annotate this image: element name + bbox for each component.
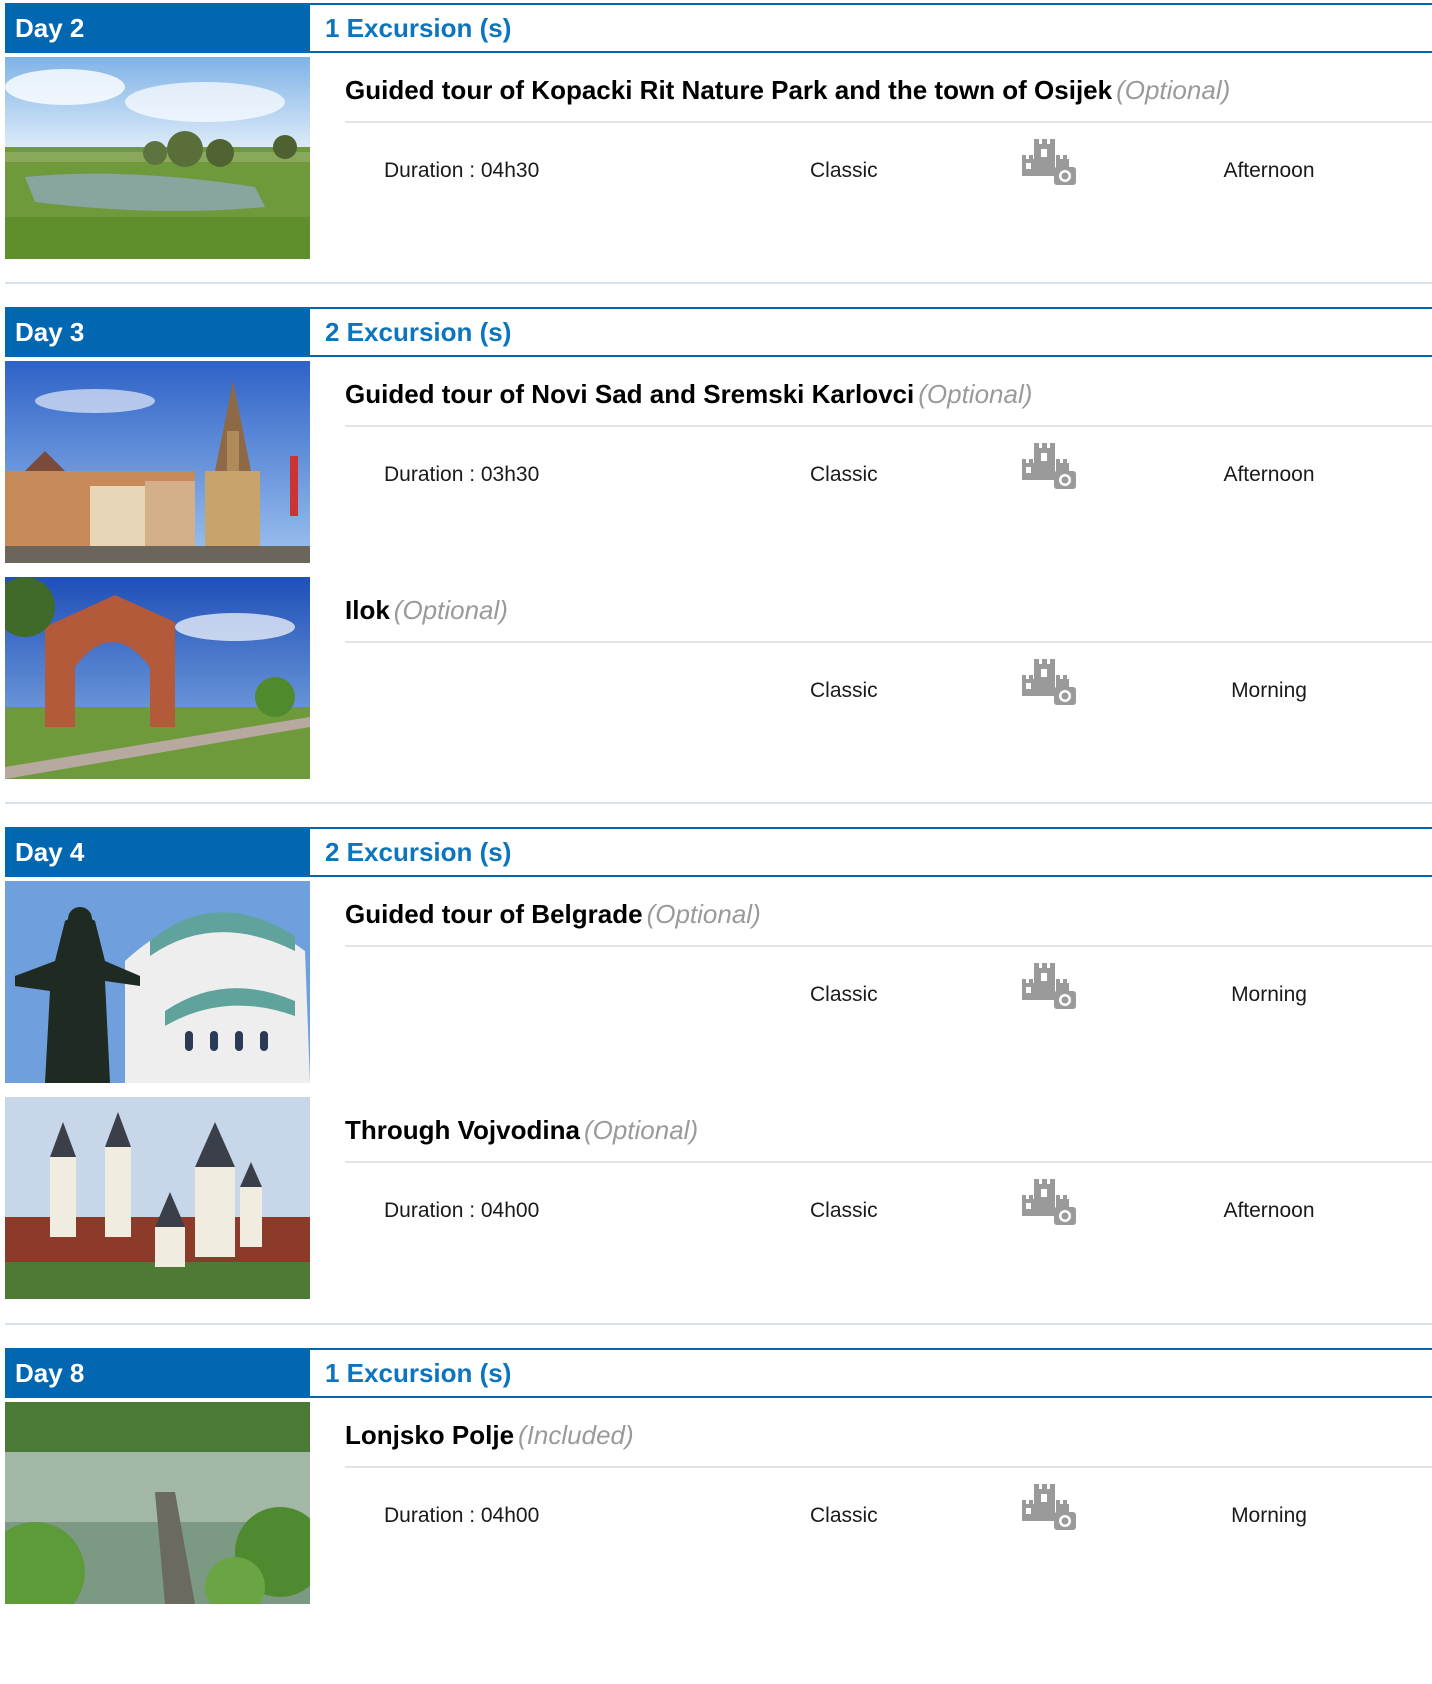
divider [345,121,1432,123]
excursion-count: 1 Excursion (s) [310,3,1432,53]
duration-text: Duration : 04h30 [384,159,540,182]
excursion-title-text[interactable]: Guided tour of Kopacki Rit Nature Park a… [345,75,1112,105]
excursion-title-text[interactable]: Lonjsko Polje [345,1420,514,1450]
excursion-title-text[interactable]: Guided tour of Novi Sad and Sremski Karl… [345,379,914,409]
time-of-day: Morning [1231,983,1307,1006]
excursion-status: (Optional) [646,899,761,929]
excursion-title[interactable]: Guided tour of Belgrade (Optional) [345,899,1432,930]
level-text: Classic [810,159,878,182]
church-towers-photo[interactable] [5,1097,310,1299]
time-of-day: Morning [1231,1504,1307,1527]
day-section-4: Day 4 2 Excursion (s) Guided tour of Bel… [5,827,1432,1299]
day-label: Day 2 [5,3,310,53]
excursion-title[interactable]: Guided tour of Novi Sad and Sremski Karl… [345,379,1432,410]
time-of-day: Afternoon [1223,463,1315,486]
river-pier-photo[interactable] [5,1402,310,1604]
castle-camera-icon [1020,135,1080,195]
excursion-item[interactable]: Through Vojvodina (Optional) Duration : 0… [5,1097,1432,1299]
excursion-title-text[interactable]: Guided tour of Belgrade [345,899,643,929]
level-text: Classic [810,1504,878,1527]
day-label: Day 8 [5,1348,310,1398]
day-separator [5,282,1432,284]
day-header: Day 4 2 Excursion (s) [5,827,1432,877]
excursion-count: 2 Excursion (s) [310,827,1432,877]
excursion-status: (Optional) [918,379,1033,409]
castle-camera-icon [1020,959,1080,1019]
excursion-title-text[interactable]: Through Vojvodina [345,1115,580,1145]
excursion-status: (Optional) [393,595,508,625]
divider [345,425,1432,427]
castle-camera-icon [1020,655,1080,715]
day-section-3: Day 3 2 Excursion (s) Guided tour of Nov… [5,307,1432,779]
cathedral-square-photo[interactable] [5,361,310,563]
castle-camera-icon [1020,1480,1080,1540]
day-label: Day 3 [5,307,310,357]
excursion-status: (Optional) [583,1115,699,1145]
castle-camera-icon [1020,439,1080,499]
excursion-item[interactable]: Guided tour of Kopacki Rit Nature Park a… [5,57,1432,259]
level-text: Classic [810,679,878,702]
time-of-day: Afternoon [1223,1199,1315,1222]
castle-camera-icon [1020,1175,1080,1235]
excursion-item[interactable]: Lonjsko Polje (Included) Duration : 04h00… [5,1402,1432,1604]
excursion-status: (Optional) [1116,75,1231,105]
duration-text: Duration : 04h00 [384,1199,540,1222]
level-text: Classic [810,1199,878,1222]
excursion-count: 1 Excursion (s) [310,1348,1432,1398]
excursion-title[interactable]: Through Vojvodina (Optional) [345,1115,1432,1146]
excursion-item[interactable]: Guided tour of Novi Sad and Sremski Karl… [5,361,1432,563]
day-header: Day 2 1 Excursion (s) [5,3,1432,53]
brick-arch-photo[interactable] [5,577,310,779]
day-section-8: Day 8 1 Excursion (s) Lonjsko Polje (Incl… [5,1348,1432,1604]
excursion-count: 2 Excursion (s) [310,307,1432,357]
level-text: Classic [810,983,878,1006]
duration-text: Duration : 04h00 [384,1504,540,1527]
divider [345,945,1432,947]
excursion-title[interactable]: Ilok (Optional) [345,595,1432,626]
divider [345,1161,1432,1163]
excursion-item[interactable]: Guided tour of Belgrade (Optional) Classi… [5,881,1432,1083]
divider [345,641,1432,643]
day-separator [5,1323,1432,1325]
time-of-day: Afternoon [1223,159,1315,182]
excursion-title-text[interactable]: Ilok [345,595,390,625]
day-label: Day 4 [5,827,310,877]
excursion-status: (Included) [518,1420,634,1450]
duration-text: Duration : 03h30 [384,463,540,486]
day-separator [5,802,1432,804]
wetland-photo[interactable] [5,57,310,259]
day-header: Day 3 2 Excursion (s) [5,307,1432,357]
day-header: Day 8 1 Excursion (s) [5,1348,1432,1398]
excursion-item[interactable]: Ilok (Optional) Classic Morning [5,577,1432,779]
excursion-title[interactable]: Lonjsko Polje (Included) [345,1420,1432,1451]
temple-statue-photo[interactable] [5,881,310,1083]
level-text: Classic [810,463,878,486]
divider [345,1466,1432,1468]
day-section-2: Day 2 1 Excursion (s) Guided tour of Kop… [5,3,1432,259]
excursion-title[interactable]: Guided tour of Kopacki Rit Nature Park a… [345,75,1432,106]
time-of-day: Morning [1231,679,1307,702]
